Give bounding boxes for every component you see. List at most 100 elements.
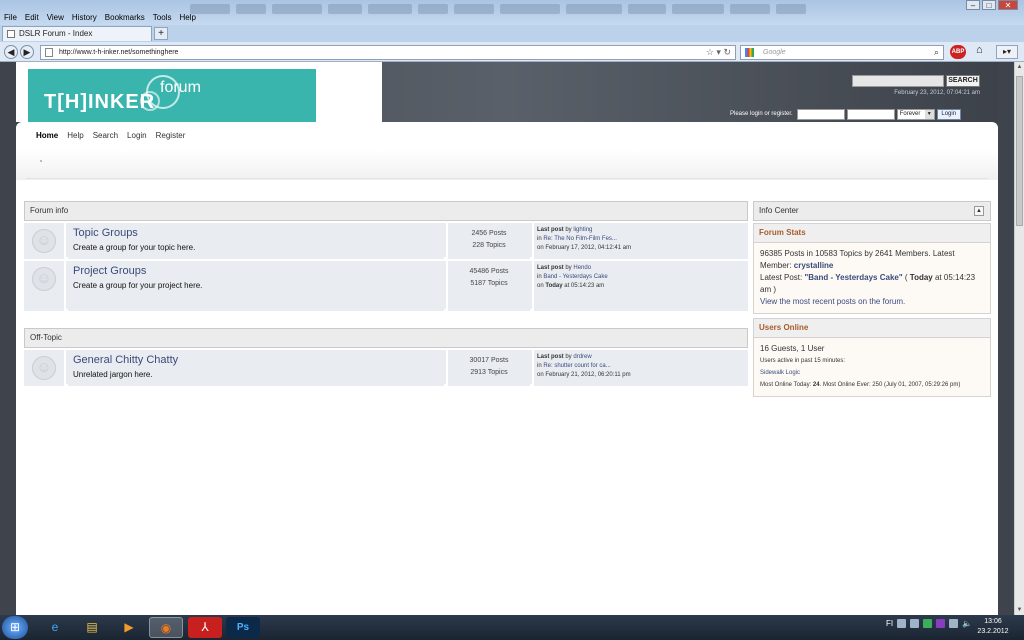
forum-search-input[interactable] [852, 75, 944, 87]
most-online-today: 24 [812, 382, 820, 388]
system-tray: FI 🔈 [886, 619, 972, 628]
scroll-down-icon[interactable]: ▼ [1015, 605, 1024, 615]
post-count: 45486 Posts [469, 268, 509, 275]
last-post-user[interactable]: drdrew [573, 354, 591, 360]
adblock-icon[interactable]: ABP [950, 45, 966, 59]
tab-title: DSLR Forum - Index [19, 29, 93, 38]
menu-items: File Edit View History Bookmarks Tools H… [4, 13, 196, 23]
system-clock[interactable]: 13:06 23.2.2012 [968, 617, 1018, 637]
background-toolbar-ghost [190, 4, 910, 18]
board-info: Project Groups Create a group for your p… [68, 261, 444, 311]
most-online-ever: . Most Online Ever: 250 (July 01, 2007, … [819, 382, 961, 388]
magnifier-icon[interactable]: ⌕ [934, 46, 939, 59]
topic-count: 2913 Topics [470, 369, 508, 376]
adobe-reader-icon[interactable]: ⅄ [188, 617, 222, 638]
quick-login: Please login or register. Forever ▼ Login [730, 108, 982, 120]
nav-search[interactable]: Search [93, 131, 118, 140]
category-header[interactable]: Forum info [24, 201, 748, 221]
scrollbar-thumb[interactable] [1016, 76, 1023, 226]
media-player-icon[interactable]: ▶ [112, 617, 146, 638]
firefox-icon[interactable]: ◉ [149, 617, 183, 638]
active-user-link[interactable]: Sidewalk Logic [760, 367, 984, 379]
minimize-icon[interactable]: – [966, 0, 980, 10]
board-link[interactable]: Topic Groups [73, 227, 138, 239]
password-field[interactable] [846, 108, 895, 120]
nav-help[interactable]: Help [67, 131, 83, 140]
topic-count: 228 Topics [472, 242, 506, 249]
board-status-icon: ☺ [24, 350, 66, 386]
maximize-icon[interactable]: □ [982, 0, 996, 10]
menu-tools[interactable]: Tools [153, 13, 172, 23]
security-icon[interactable] [923, 619, 933, 628]
extension-menu-icon[interactable]: ▸▾ [996, 45, 1018, 59]
photoshop-icon[interactable]: Ps [226, 617, 260, 638]
onenote-icon[interactable] [936, 619, 946, 628]
new-tab-button[interactable]: + [154, 27, 168, 40]
bookmark-star-icon[interactable]: ☆ ▾ ↻ [706, 46, 731, 59]
file-explorer-icon[interactable]: ▤ [75, 617, 109, 638]
username-field[interactable] [796, 108, 845, 120]
language-indicator[interactable]: FI [886, 619, 893, 628]
board-link[interactable]: General Chitty Chatty [73, 354, 178, 366]
close-icon[interactable]: ✕ [998, 0, 1018, 10]
header-date: February 23, 2012, 07:04:21 am [894, 90, 980, 96]
session-length-value: Forever [899, 110, 921, 117]
latest-member-link[interactable]: crystalline [794, 261, 834, 270]
windows-start-icon[interactable]: ⊞ [2, 616, 28, 639]
page-favicon-icon [7, 30, 15, 38]
last-post-topic[interactable]: Band - Yesterdays Cake [543, 274, 607, 280]
board-description: Unrelated jargon here. [73, 370, 153, 379]
last-post-user[interactable]: Hendo [573, 265, 591, 271]
forum-logo[interactable]: T[H]INKER forum [28, 69, 316, 125]
monitor-icon[interactable] [949, 619, 959, 628]
divider [26, 178, 988, 179]
last-post-label: Last post [537, 354, 564, 360]
session-length-select[interactable]: Forever ▼ [896, 108, 935, 120]
category-header[interactable]: Off-Topic [24, 328, 748, 348]
last-post-topic[interactable]: Re: The No Film-Film Fes... [543, 236, 617, 242]
nav-home[interactable]: Home [36, 131, 58, 140]
board-link[interactable]: Project Groups [73, 265, 146, 277]
recent-posts-link[interactable]: View the most recent posts on the forum. [760, 297, 905, 306]
on-label: on [537, 283, 544, 289]
nav-login[interactable]: Login [127, 131, 147, 140]
navigation-toolbar: ◀ ▶ http://www.t-h-inker.net/somethinghe… [0, 42, 1024, 62]
nav-register[interactable]: Register [156, 131, 186, 140]
last-post-label: Last post [537, 265, 564, 271]
forum-stats-header[interactable]: Forum Stats [753, 223, 991, 243]
forward-icon[interactable]: ▶ [20, 45, 34, 59]
menu-history[interactable]: History [72, 13, 97, 23]
post-count: 2456 Posts [471, 230, 507, 237]
tab-strip: DSLR Forum - Index + [0, 25, 1024, 42]
latest-post-paren: ( [904, 273, 908, 282]
collapse-icon[interactable]: ▲ [974, 206, 984, 216]
page-scrollbar[interactable]: ▲ ▼ [1014, 62, 1024, 615]
scroll-up-icon[interactable]: ▲ [1015, 62, 1024, 72]
login-button[interactable]: Login [936, 108, 961, 120]
main-content: Home Help Search Login Register Forum in… [16, 122, 998, 615]
back-icon[interactable]: ◀ [4, 45, 18, 59]
last-post-user[interactable]: lighting [573, 227, 592, 233]
browser-tab[interactable]: DSLR Forum - Index [2, 26, 152, 41]
forum-search-button[interactable]: SEARCH [946, 75, 980, 87]
in-label: in [537, 274, 542, 280]
web-page: T[H]INKER forum SEARCH February 23, 2012… [0, 62, 1014, 615]
users-online-body: 16 Guests, 1 User Users active in past 1… [753, 338, 991, 397]
latest-post-link[interactable]: "Band - Yesterdays Cake" [804, 273, 902, 282]
menu-bookmarks[interactable]: Bookmarks [105, 13, 145, 23]
menu-help[interactable]: Help [179, 13, 195, 23]
search-engine-box[interactable]: Google ⌕ [740, 45, 944, 60]
menu-view[interactable]: View [47, 13, 64, 23]
network-icon[interactable] [897, 619, 907, 628]
users-online-header[interactable]: Users Online [753, 318, 991, 338]
stats-summary: 96385 Posts in 10583 Topics by 2641 Memb… [760, 249, 955, 270]
menu-file[interactable]: File [4, 13, 17, 23]
taskbar: ⊞ e ▤ ▶ ◉ ⅄ Ps FI 🔈 13:06 23.2.2012 [0, 615, 1024, 640]
address-bar[interactable]: http://www.t-h-inker.net/somethinghere ☆… [40, 45, 736, 60]
app-tray-icon[interactable] [910, 619, 920, 628]
today-label: Today [545, 283, 563, 289]
menu-edit[interactable]: Edit [25, 13, 39, 23]
internet-explorer-icon[interactable]: e [38, 617, 72, 638]
home-icon[interactable]: ⌂ [976, 44, 983, 56]
last-post-topic[interactable]: Re: shutter count for ca... [543, 363, 610, 369]
